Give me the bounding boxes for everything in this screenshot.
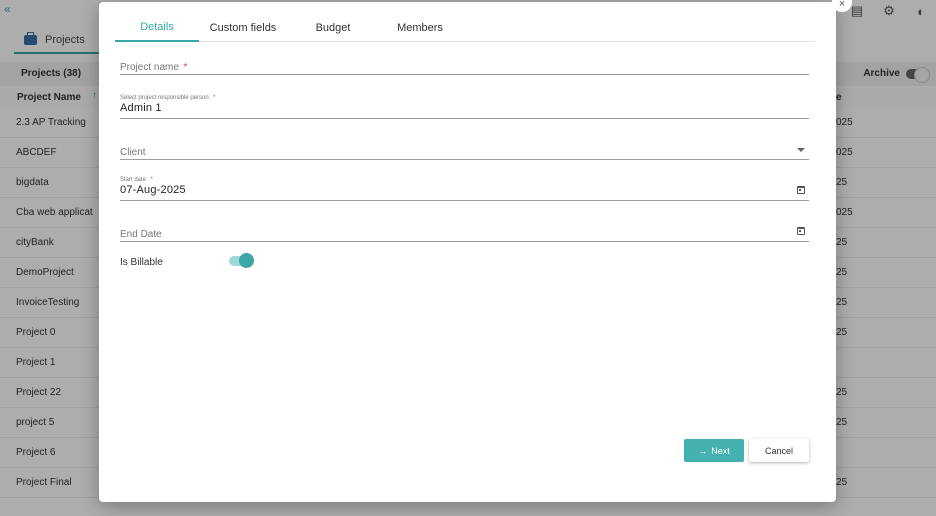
start-date-label: Start date — [120, 177, 147, 183]
responsible-person-label: Select project responsible person — [120, 95, 209, 101]
dialog-tabs: Details Custom fields Budget Members — [115, 14, 815, 42]
calendar-icon[interactable] — [797, 186, 805, 194]
project-name-field[interactable]: Project name * — [120, 57, 809, 75]
end-date-field[interactable]: End Date — [120, 224, 809, 242]
next-button[interactable]: → Next — [684, 439, 744, 462]
is-billable-label: Is Billable — [120, 257, 163, 268]
is-billable-toggle[interactable] — [229, 253, 254, 268]
start-date-field[interactable]: Start date * 07-Aug-2025 — [120, 173, 809, 201]
client-placeholder: Client — [120, 147, 146, 158]
arrow-right-icon: → — [698, 445, 708, 456]
start-date-value: 07-Aug-2025 — [120, 184, 186, 196]
responsible-person-value: Admin 1 — [120, 102, 162, 114]
required-marker: * — [213, 95, 216, 101]
chevron-down-icon[interactable] — [797, 148, 805, 152]
next-button-label: Next — [711, 445, 730, 456]
end-date-placeholder: End Date — [120, 229, 162, 240]
responsible-person-select[interactable]: Select project responsible person * Admi… — [120, 91, 809, 119]
required-marker: * — [150, 177, 153, 183]
cancel-button[interactable]: Cancel — [749, 439, 809, 462]
tab-details[interactable]: Details — [115, 14, 199, 42]
required-marker: * — [183, 62, 188, 73]
tab-custom-fields[interactable]: Custom fields — [205, 14, 281, 42]
tab-budget[interactable]: Budget — [301, 14, 365, 42]
project-dialog: Details Custom fields Budget Members Pro… — [99, 2, 836, 502]
tab-members[interactable]: Members — [385, 14, 455, 42]
client-select[interactable]: Client — [120, 142, 809, 160]
project-name-placeholder: Project name — [120, 62, 179, 73]
calendar-icon[interactable] — [797, 227, 805, 235]
